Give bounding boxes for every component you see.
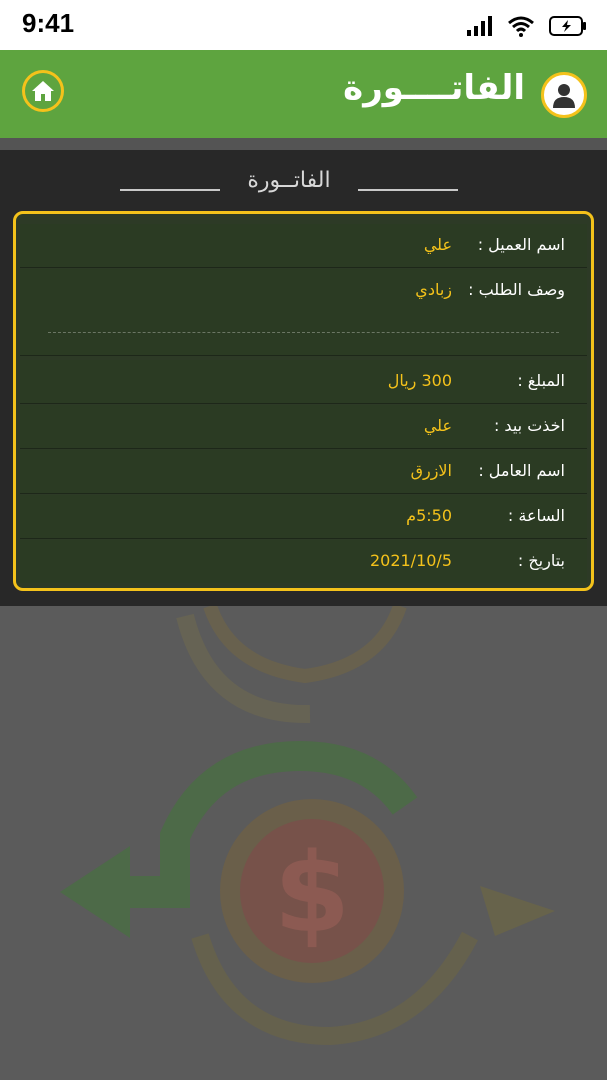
status-time: 9:41 (22, 8, 75, 38)
invoice-card: اسم العميل : علي وصف الطلب : زبادي المبل… (13, 211, 594, 591)
value-customer-name: علي (423, 235, 452, 254)
value-time: 5:50م (406, 506, 452, 525)
panel-title: الفاتــورة (243, 168, 335, 193)
value-worker-name: الازرق (410, 461, 452, 480)
row-worker-name: اسم العامل : الازرق (20, 450, 587, 494)
battery-charging-icon (549, 16, 586, 36)
signal-icon (467, 16, 492, 36)
money-transfer-watermark-icon: $ (60, 603, 555, 1046)
row-amount: المبلغ : 300 ريال (20, 360, 587, 404)
user-icon (553, 84, 575, 108)
row-date: بتاريخ : 2021/10/5 (20, 540, 587, 583)
label-date: بتاريخ : (517, 551, 565, 570)
app-header: الفاتــــورة (0, 50, 607, 138)
label-time: الساعة : (507, 506, 565, 525)
label-worker-name: اسم العامل : (478, 461, 565, 480)
value-taken-by: علي (423, 416, 452, 435)
row-order-description: وصف الطلب : زبادي (20, 269, 587, 356)
row-customer-name: اسم العميل : علي (20, 224, 587, 268)
label-order-description: وصف الطلب : (468, 280, 565, 299)
dimmed-background: $ (0, 603, 607, 1080)
value-amount: 300 ريال (387, 371, 452, 390)
divider (48, 332, 559, 333)
row-taken-by: اخذت بيد : علي (20, 405, 587, 449)
label-customer-name: اسم العميل : (477, 235, 565, 254)
page-title: الفاتــــورة (343, 68, 525, 108)
status-icons (467, 12, 587, 40)
wifi-icon (508, 16, 534, 37)
label-taken-by: اخذت بيد : (493, 416, 565, 435)
panel-title-wrap: الفاتــورة (120, 168, 458, 198)
svg-text:$: $ (274, 829, 351, 957)
value-order-description: زبادي (415, 280, 452, 299)
home-button[interactable] (22, 70, 64, 112)
status-bar: 9:41 (0, 0, 607, 50)
label-amount: المبلغ : (517, 371, 565, 390)
user-avatar-button[interactable] (541, 72, 587, 118)
value-date: 2021/10/5 (369, 551, 452, 570)
invoice-panel: الفاتــورة اسم العميل : علي وصف الطلب : … (0, 150, 607, 606)
home-icon (32, 81, 54, 101)
row-time: الساعة : 5:50م (20, 495, 587, 539)
